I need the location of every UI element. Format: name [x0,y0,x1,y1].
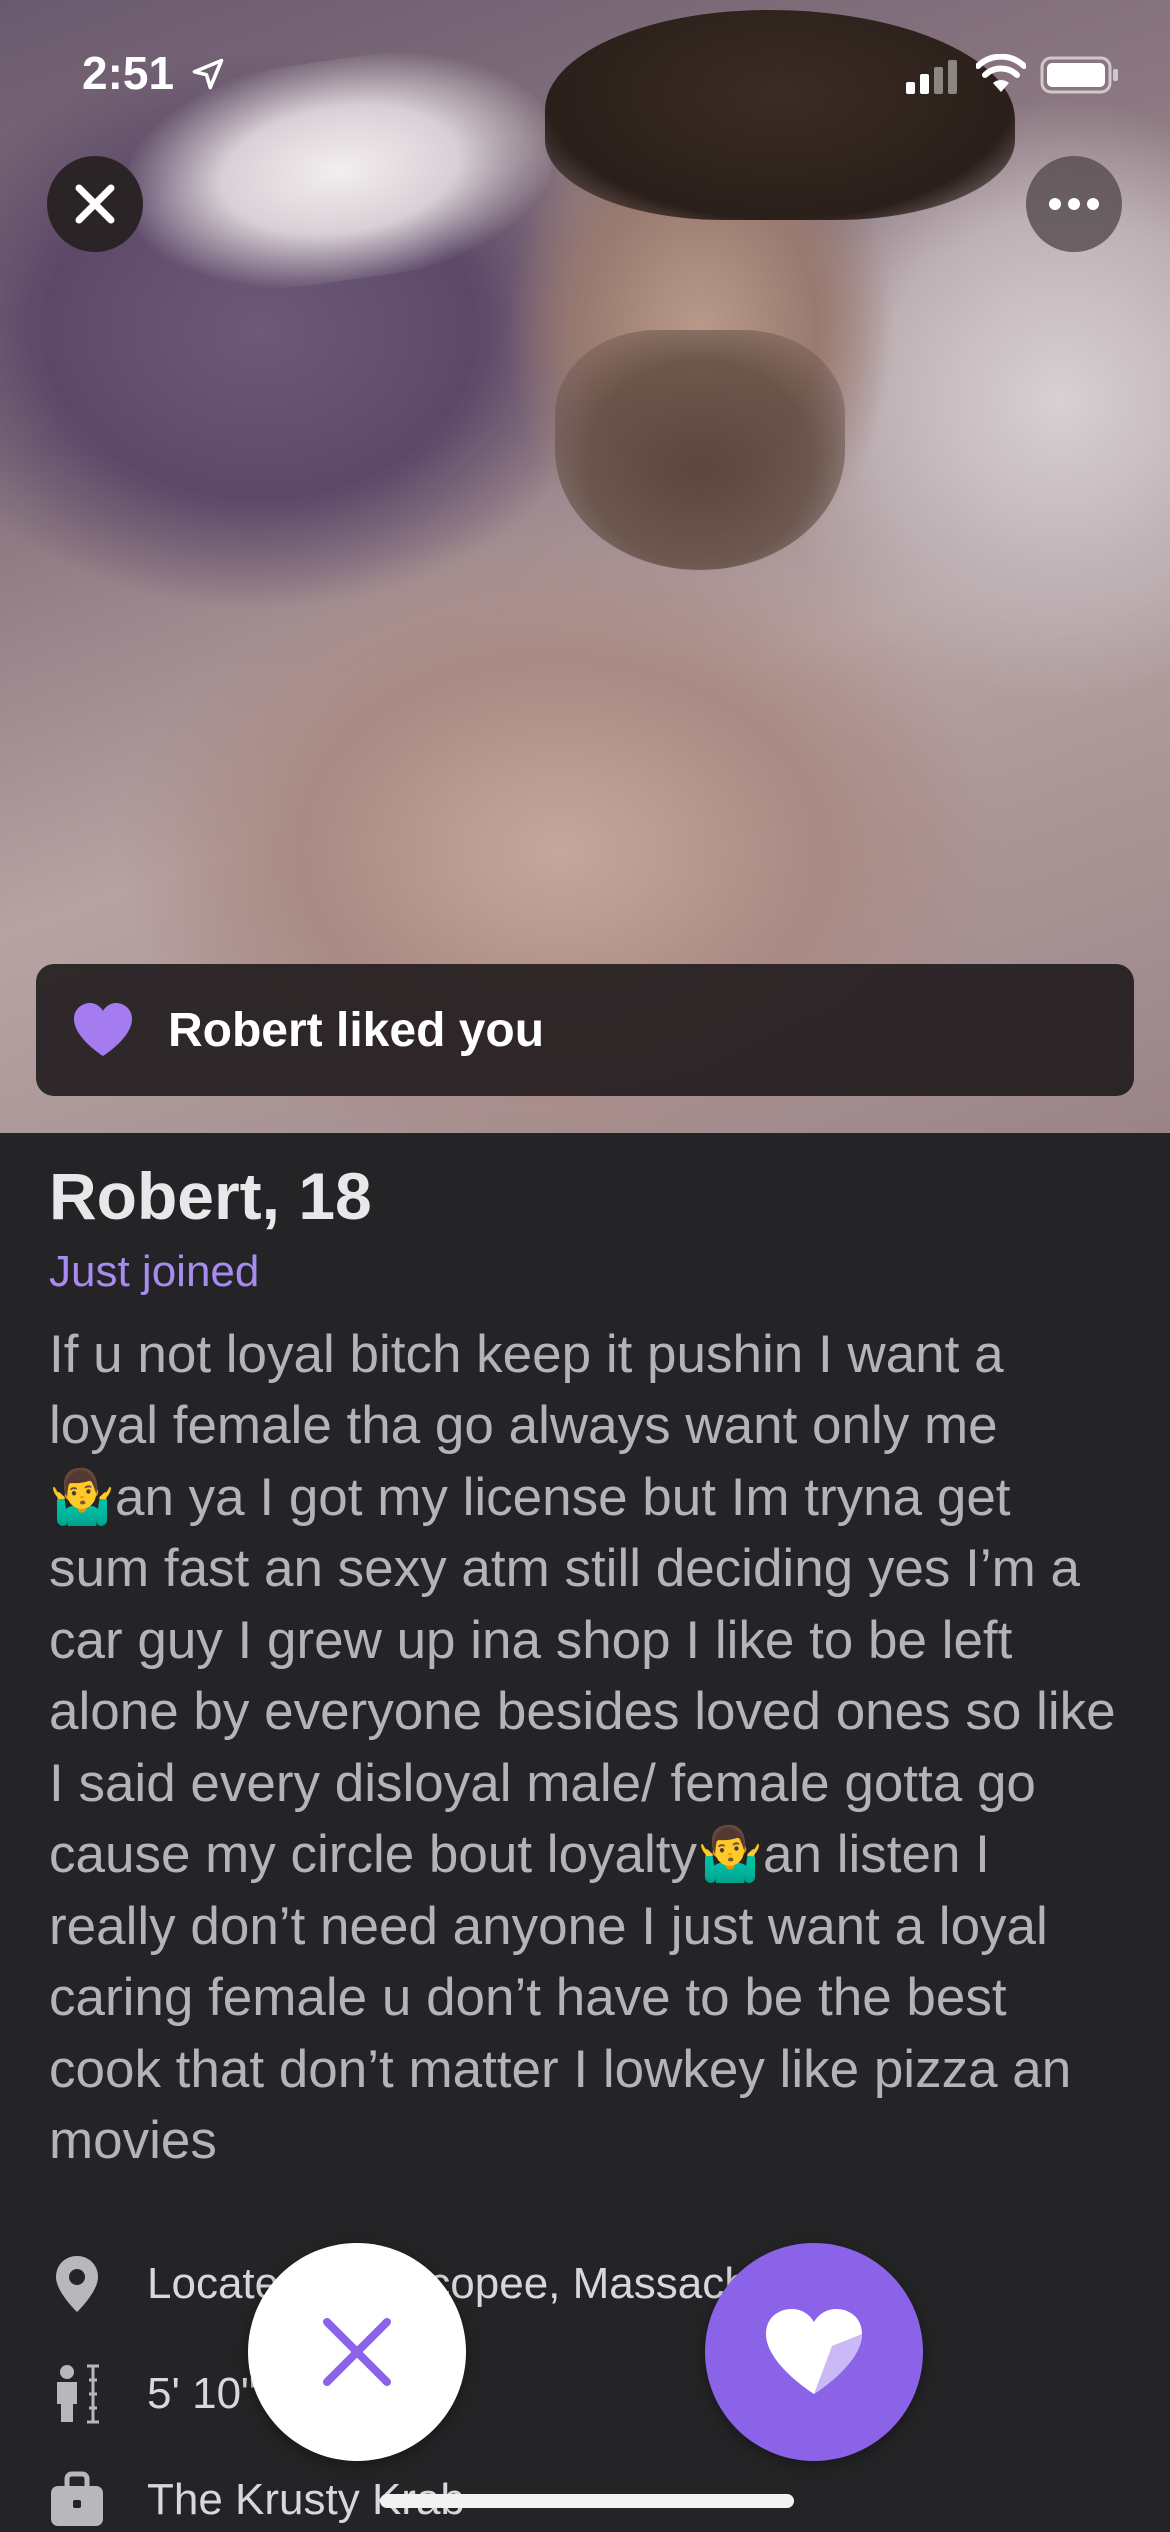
status-bar: 2:51 [0,0,1170,140]
height-icon [57,2364,99,2424]
profile-name-age: Robert, 18 [49,1159,372,1233]
profile-status: Just joined [49,1246,260,1296]
pass-button[interactable] [248,2243,466,2461]
battery-icon [1040,56,1118,94]
height-text: 5' 10" [147,2369,257,2418]
ellipsis-icon [1049,198,1099,210]
location-arrow-icon [192,58,224,90]
heart-icon [74,1003,132,1056]
profile-info: Robert, 18 Just joined If u not loyal bi… [49,1160,1129,2177]
profile-bio: If u not loyal bitch keep it pushin I wa… [49,1324,1116,2171]
liked-you-banner: Robert liked you [36,964,1134,1096]
heart-icon [766,2309,862,2394]
location-pin-icon [56,2256,98,2312]
liked-you-text: Robert liked you [168,1003,545,1057]
close-icon [75,184,115,224]
x-icon [323,2318,391,2386]
detail-height: 5' 10" [49,2364,257,2424]
close-button[interactable] [47,156,143,252]
status-time: 2:51 [82,47,175,99]
home-indicator[interactable] [380,2494,794,2508]
wifi-icon [976,54,1026,92]
photo-beard [555,330,845,570]
more-options-button[interactable] [1026,156,1122,252]
cellular-signal-icon [906,60,957,94]
briefcase-icon [51,2471,103,2526]
like-button[interactable] [705,2243,923,2461]
